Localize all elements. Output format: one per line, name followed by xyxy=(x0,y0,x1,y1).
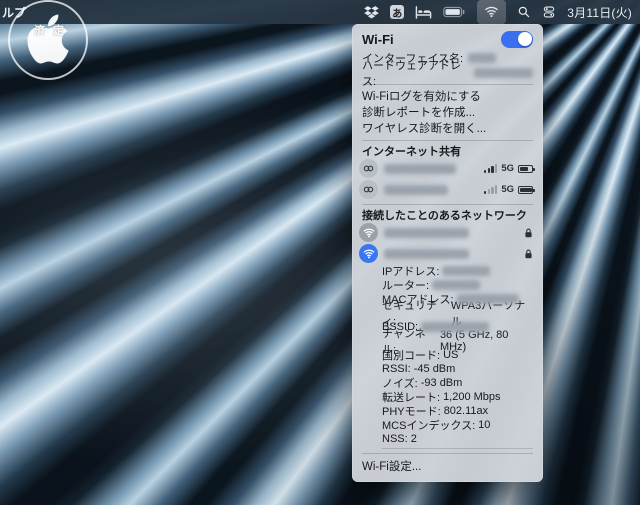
redacted-value xyxy=(468,52,497,63)
device-battery-icon xyxy=(518,164,535,173)
wifi-menu-panel: Wi-Fi インターフェイス名: ハードウェアアドレス: Wi-Fiログを有効に… xyxy=(352,24,543,482)
redacted-value xyxy=(421,322,490,332)
lock-icon xyxy=(524,227,533,239)
wifi-connected-icon xyxy=(359,244,378,263)
known-networks-header: 接続したことのあるネットワーク xyxy=(362,210,527,222)
detail-value: 1,200 Mbps xyxy=(443,391,501,403)
detail-row: チャンネル: 36 (5 GHz, 80 MHz) xyxy=(352,328,543,356)
internet-sharing-header: インターネット共有 xyxy=(362,146,461,158)
lock-icon xyxy=(524,248,533,260)
redacted-value xyxy=(432,280,481,290)
menu-bar-clock[interactable]: 3月11日(火) xyxy=(567,4,632,21)
wifi-settings-menu-item[interactable]: Wi-Fi設定... xyxy=(352,457,543,475)
detail-row: IPアドレス: xyxy=(352,264,543,278)
detail-value: -93 dBm xyxy=(420,377,463,389)
detail-row: PHYモード: 802.11ax xyxy=(352,404,543,418)
detail-value: 2 xyxy=(410,433,417,445)
known-network-row[interactable] xyxy=(352,222,543,243)
personal-hotspot-icon xyxy=(359,180,378,199)
menu-item-open-wireless-diagnostics[interactable]: ワイヤレス診断を開く... xyxy=(352,120,543,136)
cell-signal-icon xyxy=(484,185,498,194)
hardware-address-label: ハードウェアアドレス: xyxy=(362,59,461,88)
stacked-toggles-icon[interactable] xyxy=(542,2,556,22)
detail-row: MCSインデックス: 10 xyxy=(352,418,543,432)
spotlight-icon[interactable] xyxy=(517,2,531,22)
menu-item-enable-wifi-log[interactable]: Wi-Fiログを有効にする xyxy=(352,88,543,104)
bed-icon[interactable] xyxy=(415,2,432,22)
network-type-badge: 5G xyxy=(501,163,514,174)
desktop-wallpaper xyxy=(0,0,640,505)
connected-network-row[interactable] xyxy=(352,243,543,264)
detail-row: RSSI: -45 dBm xyxy=(352,362,543,376)
detail-value: -45 dBm xyxy=(413,363,456,375)
detail-row: ルーター: xyxy=(352,278,543,292)
detail-value: US xyxy=(443,349,459,361)
hotspot-row[interactable]: 5G xyxy=(352,179,543,200)
detail-row: NSS: 2 xyxy=(352,432,543,446)
detail-row: ノイズ: -93 dBm xyxy=(352,376,543,390)
detail-label: MCSインデックス: xyxy=(382,420,476,432)
wifi-menu-icon[interactable] xyxy=(477,0,507,24)
detail-label: 国別コード: xyxy=(382,350,441,362)
redacted-value xyxy=(456,294,519,304)
redacted-value xyxy=(442,266,491,276)
app-menu-item-partial[interactable]: ルプ xyxy=(2,4,26,21)
menu-item-create-diagnostic-report[interactable]: 診断レポートを作成... xyxy=(352,104,543,120)
detail-label: NSS: xyxy=(382,433,408,445)
separator xyxy=(362,452,533,454)
detail-value: 10 xyxy=(478,419,491,431)
detail-value: 802.11ax xyxy=(443,405,489,417)
separator xyxy=(362,139,533,141)
wifi-title-row: Wi-Fi xyxy=(352,28,543,50)
detail-row: セキュリティ: WPA3パーソナル xyxy=(352,300,543,328)
wifi-network-icon xyxy=(359,223,378,242)
detail-row: 転送レート: 1,200 Mbps xyxy=(352,390,543,404)
redacted-device-name xyxy=(384,163,456,174)
battery-icon[interactable] xyxy=(443,2,466,22)
menu-bar: ルプ あ 3月11日(火) xyxy=(0,0,640,24)
cell-signal-icon xyxy=(484,164,498,173)
redacted-network-name xyxy=(384,227,469,238)
redacted-value xyxy=(474,67,533,78)
redacted-network-name xyxy=(384,248,469,259)
detail-label: RSSI: xyxy=(382,363,411,375)
network-type-badge: 5G xyxy=(501,184,514,195)
redacted-device-name xyxy=(384,184,448,195)
hotspot-row[interactable]: 5G xyxy=(352,158,543,179)
wifi-title: Wi-Fi xyxy=(362,31,394,47)
input-source-icon[interactable]: あ xyxy=(390,5,405,20)
toggle-knob xyxy=(517,32,532,46)
dropbox-icon[interactable] xyxy=(364,2,380,22)
hardware-address-row: ハードウェアアドレス: xyxy=(352,60,543,88)
wifi-toggle[interactable] xyxy=(501,30,533,48)
device-battery-icon xyxy=(518,185,535,194)
separator xyxy=(362,203,533,205)
inset-separator xyxy=(382,448,533,449)
personal-hotspot-icon xyxy=(359,159,378,178)
